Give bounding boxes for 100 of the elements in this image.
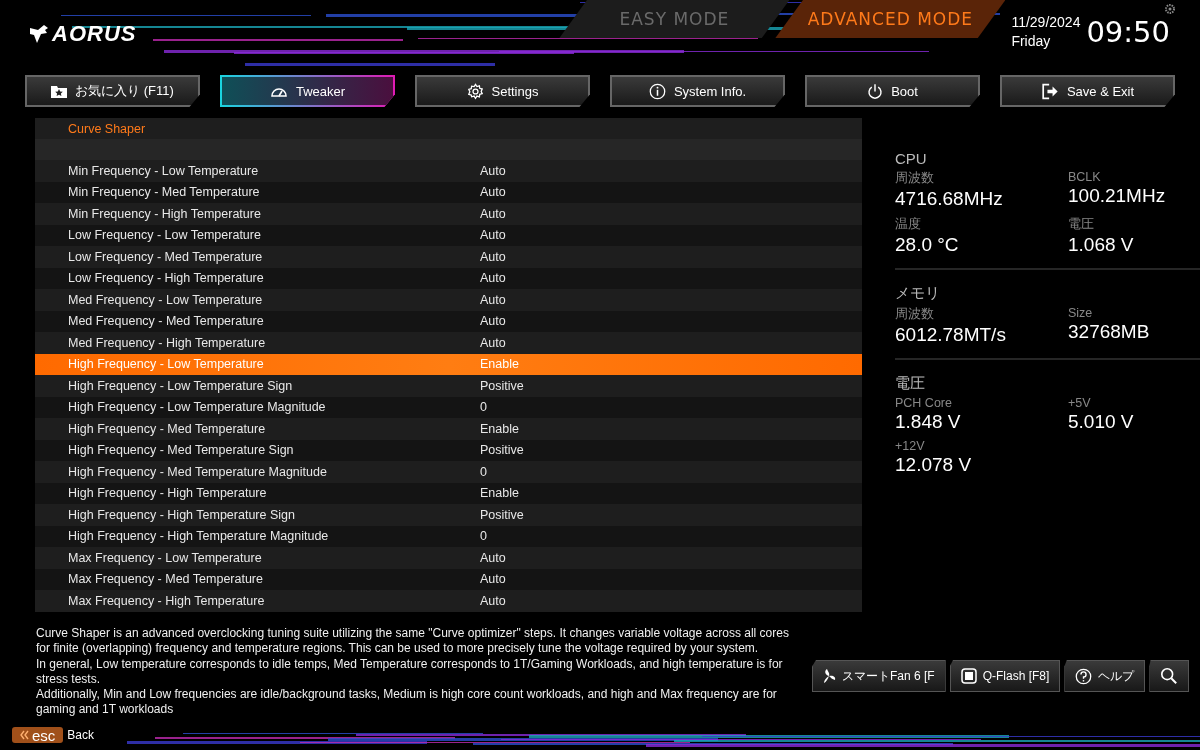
setting-name: High Frequency - High Temperature [67,486,268,501]
setting-value: Positive [480,378,524,393]
chip-icon [960,668,977,684]
monitor-value: 32768MB [1068,321,1151,343]
monitor-label: +5V [1068,396,1092,410]
monitor-value: 6012.78MT/s [895,324,1007,346]
setting-row[interactable]: High Frequency - High Temperature Magnitude 0 [35,525,862,547]
setting-name: Max Frequency - High Temperature [67,593,266,608]
setting-value: Auto [480,185,506,200]
setting-name: Med Frequency - Med Temperature [67,314,265,329]
setting-value: Auto [480,593,506,608]
monitor-value: 100.21MHz [1068,185,1167,207]
setting-value: Auto [480,271,506,286]
tool-button[interactable]: Q-Flash [F8] [949,660,1061,692]
setting-value: Auto [480,550,506,565]
setting-row[interactable]: Med Frequency - Low Temperature Auto [35,289,862,311]
setting-row[interactable]: Max Frequency - High Temperature Auto [35,590,862,612]
setting-name: Med Frequency - High Temperature [67,335,267,350]
help-icon [1075,667,1093,685]
menu-tab[interactable]: Tweaker [220,75,395,107]
setting-value: Auto [480,228,506,243]
power-icon [867,82,884,100]
setting-row[interactable]: Min Frequency - Low Temperature Auto [35,160,862,182]
monitor-label: 周波数 [895,306,935,323]
setting-row[interactable]: High Frequency - Low Temperature Magnitude 0 [35,396,862,418]
setting-value: Auto [480,249,506,264]
setting-name: Low Frequency - Med Temperature [67,249,264,264]
menu-tab[interactable]: System Info. [610,75,785,107]
setting-row[interactable]: Low Frequency - High Temperature Auto [35,267,862,289]
monitor-value: 5.010 V [1068,411,1135,433]
monitor-value: 12.078 V [895,454,973,476]
monitor-value: 1.068 V [1068,234,1135,256]
gauge-icon [269,85,288,97]
setting-row[interactable]: Max Frequency - Low Temperature Auto [35,547,862,569]
setting-row[interactable]: High Frequency - Med Temperature Sign Positive [35,439,862,461]
chevrons-icon [20,730,29,740]
monitor-heading: CPU [895,150,928,167]
menu-tab[interactable]: Boot [805,75,980,107]
setting-value: 0 [480,400,487,415]
setting-name: High Frequency - Med Temperature Magnitude [67,464,328,479]
setting-name: Min Frequency - Med Temperature [67,185,261,200]
setting-row[interactable]: High Frequency - High Temperature Sign Positive [35,504,862,526]
setting-row[interactable]: Min Frequency - Med Temperature Auto [35,181,862,203]
setting-value: 0 [480,464,487,479]
setting-name: High Frequency - High Temperature Sign [67,507,296,522]
setting-name: High Frequency - Low Temperature Sign [67,378,294,393]
date-text: 11/29/2024 [1011,14,1081,30]
monitor-value: 4716.68MHz [895,188,1004,210]
back-label: Back [67,728,95,742]
info-icon [648,82,666,100]
monitor-heading: メモリ [895,284,941,303]
monitor-label: BCLK [1068,170,1102,184]
search-icon [1160,667,1179,685]
mode-tab[interactable]: ADVANCED MODE [775,0,1006,38]
setting-row[interactable]: High Frequency - Med Temperature Magnitude 0 [35,461,862,483]
setting-name: Med Frequency - Low Temperature [67,292,264,307]
folder-star-icon [51,84,68,98]
setting-value: Auto [480,335,506,350]
day-text: Friday [1011,33,1052,49]
section-title: Curve Shaper [35,118,862,139]
setting-value: Auto [480,206,506,221]
setting-row[interactable]: Med Frequency - High Temperature Auto [35,332,862,354]
exit-icon [1040,82,1059,100]
monitor-value: 28.0 °C [895,234,960,256]
menu-tab[interactable]: Settings [415,75,590,107]
setting-row[interactable]: Low Frequency - Low Temperature Auto [35,224,862,246]
setting-value: 0 [480,529,487,544]
monitor-label: 周波数 [895,170,935,187]
setting-row[interactable]: High Frequency - Med Temperature Enable [35,418,862,440]
setting-row[interactable]: Med Frequency - Med Temperature Auto [35,310,862,332]
setting-name: Max Frequency - Med Temperature [67,572,264,587]
setting-value: Auto [480,314,506,329]
monitor-label: PCH Core [895,396,953,410]
monitor-value: 1.848 V [895,411,962,433]
monitor-label: 温度 [895,216,922,233]
menu-tab[interactable]: お気に入り (F11) [25,75,200,107]
menu-tab[interactable]: Save & Exit [1000,75,1175,107]
setting-value: Enable [480,357,519,372]
setting-value: Auto [480,163,506,178]
setting-name: High Frequency - Low Temperature [67,357,265,372]
setting-value: Enable [480,421,519,436]
monitor-label: Size [1068,306,1094,320]
setting-name: Min Frequency - Low Temperature [67,163,260,178]
setting-name: Low Frequency - High Temperature [67,271,265,286]
esc-key[interactable]: esc [12,727,64,743]
setting-name: High Frequency - High Temperature Magnitude [67,529,330,544]
setting-value: Auto [480,292,506,307]
setting-row[interactable]: Min Frequency - High Temperature Auto [35,203,862,225]
logo-text: AORUS [52,21,137,47]
setting-row[interactable]: Low Frequency - Med Temperature Auto [35,246,862,268]
setting-row[interactable]: High Frequency - Low Temperature Sign Positive [35,375,862,397]
setting-value: Positive [480,443,524,458]
tool-button[interactable]: ヘルプ [1064,660,1146,692]
setting-row[interactable]: High Frequency - High Temperature Enable [35,482,862,504]
setting-row[interactable]: Max Frequency - Med Temperature Auto [35,568,862,590]
help-description: Curve Shaper is an advanced overclocking tuning suite utilizing the same "Curve optimizer" steps. It changes variable voltage across all cores for finite (overlapping) frequency and temperature regions. This can be used to more precisely tune the voltage required by your system. In general, Low temperature corresponds to idle temps, Med Temperature corresponds to 1T/Gaming Workloads, and high temperature is for stress tests. Additionally, Min and Low frequencies are idle/background tasks, Medium is high core count workloads, and high and Max frequency are for gaming and 1T workloads [36,626,790,718]
search-button[interactable] [1149,660,1190,692]
setting-value: Positive [480,507,524,522]
tool-button[interactable]: スマートFan 6 [F [812,660,946,692]
setting-name: High Frequency - Med Temperature [67,421,267,436]
